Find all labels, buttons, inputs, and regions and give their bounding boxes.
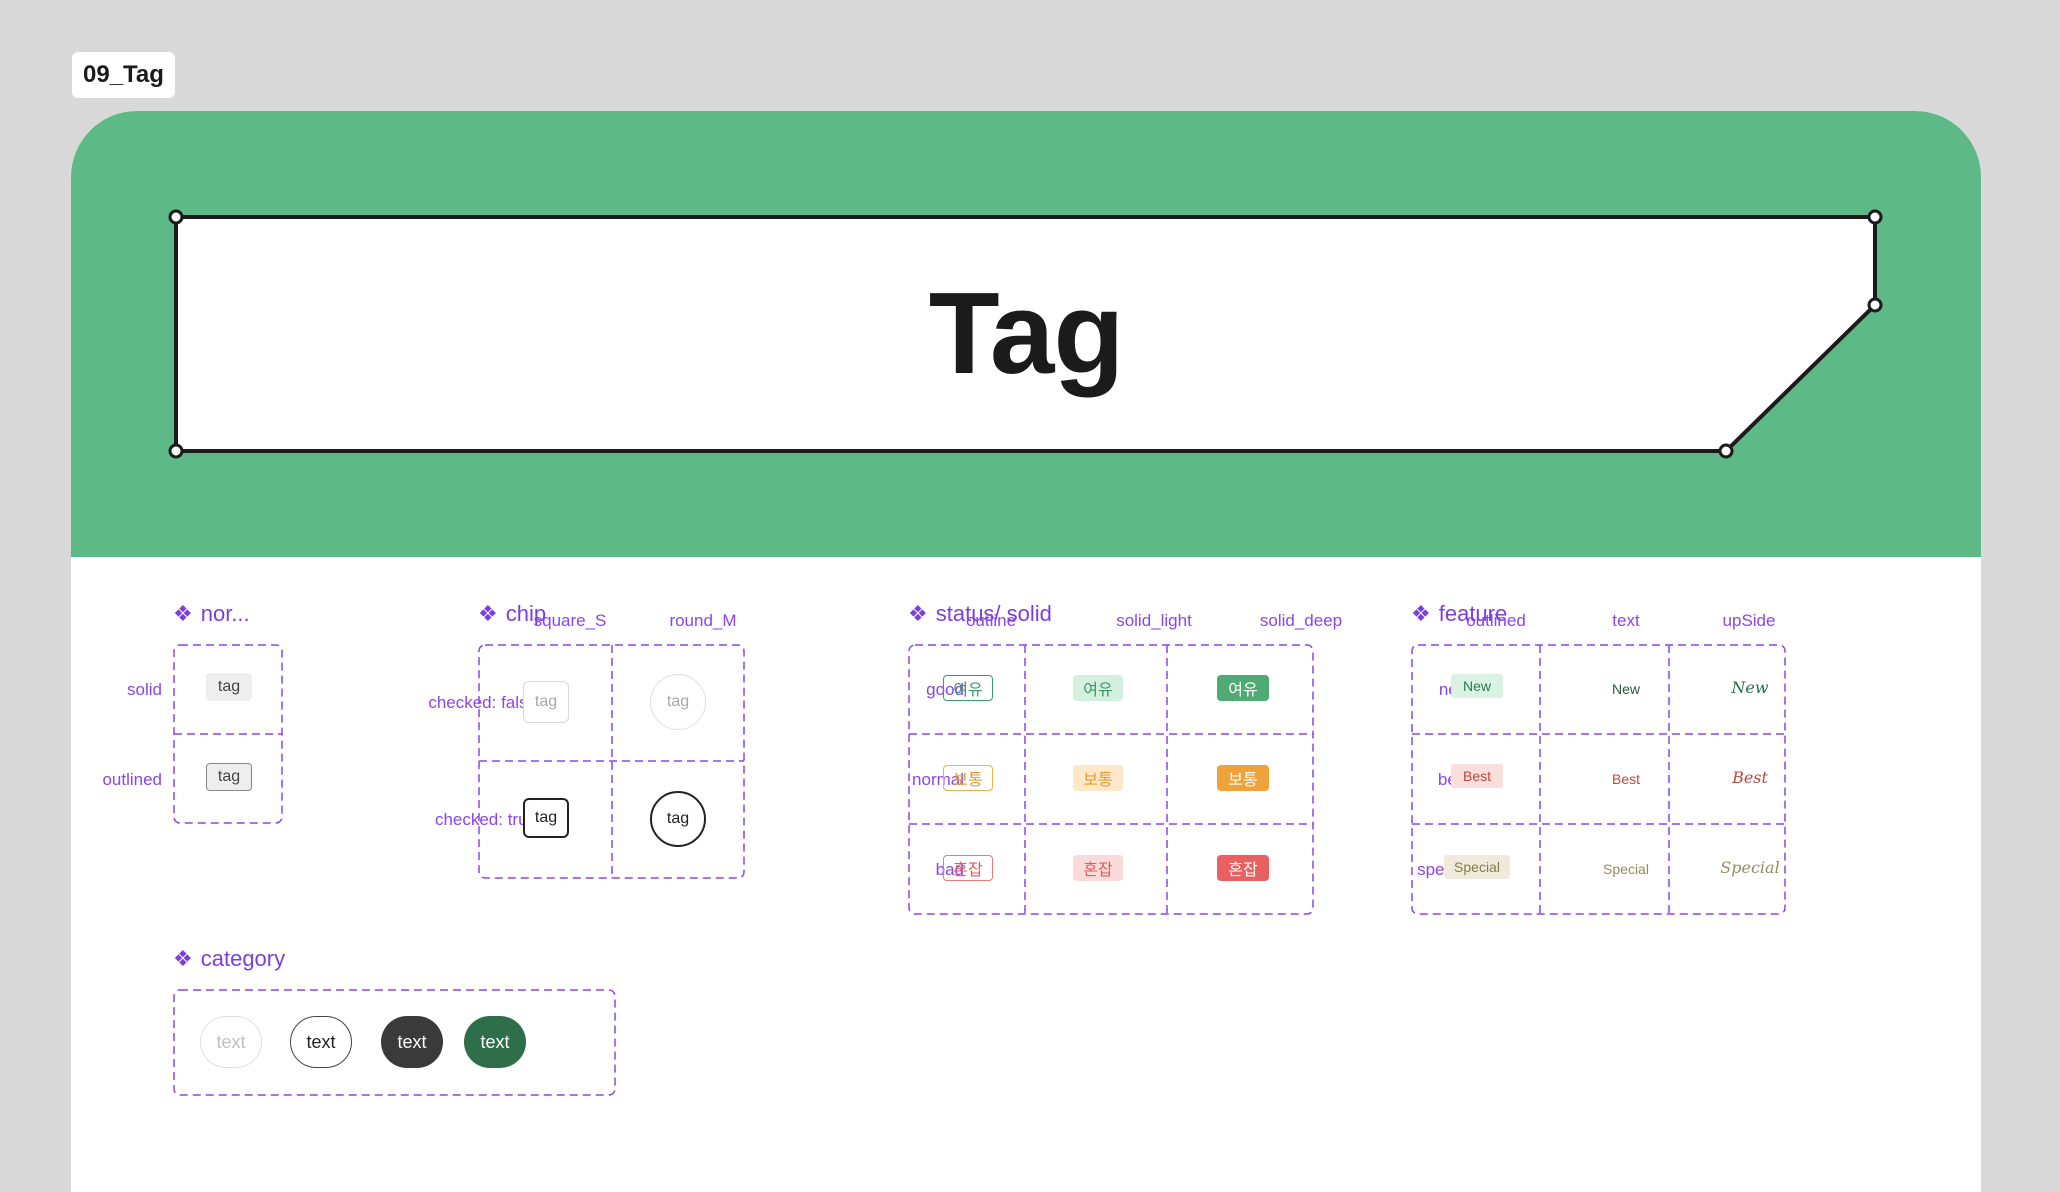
col-label-solid-light: solid_light [1116,611,1192,630]
status-bad-solid-light[interactable]: 혼잡 [1073,855,1123,881]
col-label-text: text [1612,611,1640,630]
chip-square-unchecked[interactable]: tag [523,681,569,723]
feature-new-text[interactable]: New [1576,677,1676,701]
feature-special-outlined[interactable]: Special [1444,855,1510,879]
col-label-outline: outline [965,611,1017,630]
handle-top-left [168,209,184,225]
col-label-outlined: outlined [1466,611,1526,630]
status-normal-outline[interactable]: 보통 [943,765,993,791]
section-heading-normal-label: nor... [200,601,250,626]
frame-label[interactable]: 09_Tag [72,52,175,98]
col-label-solid-deep: solid_deep [1259,611,1343,630]
status-bad-outline[interactable]: 혼잡 [943,855,993,881]
tag-normal-solid[interactable]: tag [206,673,252,701]
status-good-solid-deep[interactable]: 여유 [1217,675,1269,701]
tag-normal-outlined[interactable]: tag [206,763,252,791]
component-icon: ❖ [908,601,928,626]
section-heading-normal: ❖ nor... [173,601,250,627]
row-label-checked-false: checked: false [428,693,537,712]
tag-board: Tag ❖ nor... solid outlined tag tag ❖ ch… [71,111,1981,1192]
category-chip-disabled[interactable]: text [200,1016,262,1068]
feature-best-outlined[interactable]: Best [1451,764,1503,788]
chip-round-unchecked[interactable]: tag [650,674,706,730]
category-chip-outline[interactable]: text [290,1016,352,1068]
row-label-outlined: outlined [102,770,162,789]
feature-special-text[interactable]: Special [1576,857,1676,881]
chip-round-checked[interactable]: tag [650,791,706,847]
chip-grid [478,644,745,879]
feature-new-upside[interactable]: New [1700,675,1800,699]
category-chip-green[interactable]: text [464,1016,526,1068]
feature-new-outlined[interactable]: New [1451,674,1503,698]
status-normal-solid-light[interactable]: 보통 [1073,765,1123,791]
component-icon: ❖ [1411,601,1431,626]
component-icon: ❖ [478,601,498,626]
col-label-upside: upSide [1722,611,1776,630]
section-heading-category: ❖ category [173,946,285,972]
handle-bottom-right [1718,443,1734,459]
feature-best-text[interactable]: Best [1576,767,1676,791]
component-icon: ❖ [173,946,193,971]
col-label-square-s: square_S [533,611,607,630]
row-label-solid: solid [127,680,162,699]
section-heading-category-label: category [200,946,286,971]
handle-bottom-left [168,443,184,459]
hero-title: Tag [928,268,1125,398]
status-good-solid-light[interactable]: 여유 [1073,675,1123,701]
status-normal-solid-deep[interactable]: 보통 [1217,765,1269,791]
component-icon: ❖ [173,601,193,626]
status-good-outline[interactable]: 여유 [943,675,993,701]
chip-square-checked[interactable]: tag [523,798,569,838]
normal-grid [173,644,283,824]
hero-banner: Tag [71,111,1981,557]
col-label-round-m: round_M [669,611,737,630]
status-bad-solid-deep[interactable]: 혼잡 [1217,855,1269,881]
category-chip-dark[interactable]: text [381,1016,443,1068]
row-label-checked-true: checked: true [434,810,537,829]
feature-best-upside[interactable]: Best [1700,765,1800,789]
feature-special-upside[interactable]: Special [1700,855,1800,879]
handle-top-right [1867,209,1883,225]
